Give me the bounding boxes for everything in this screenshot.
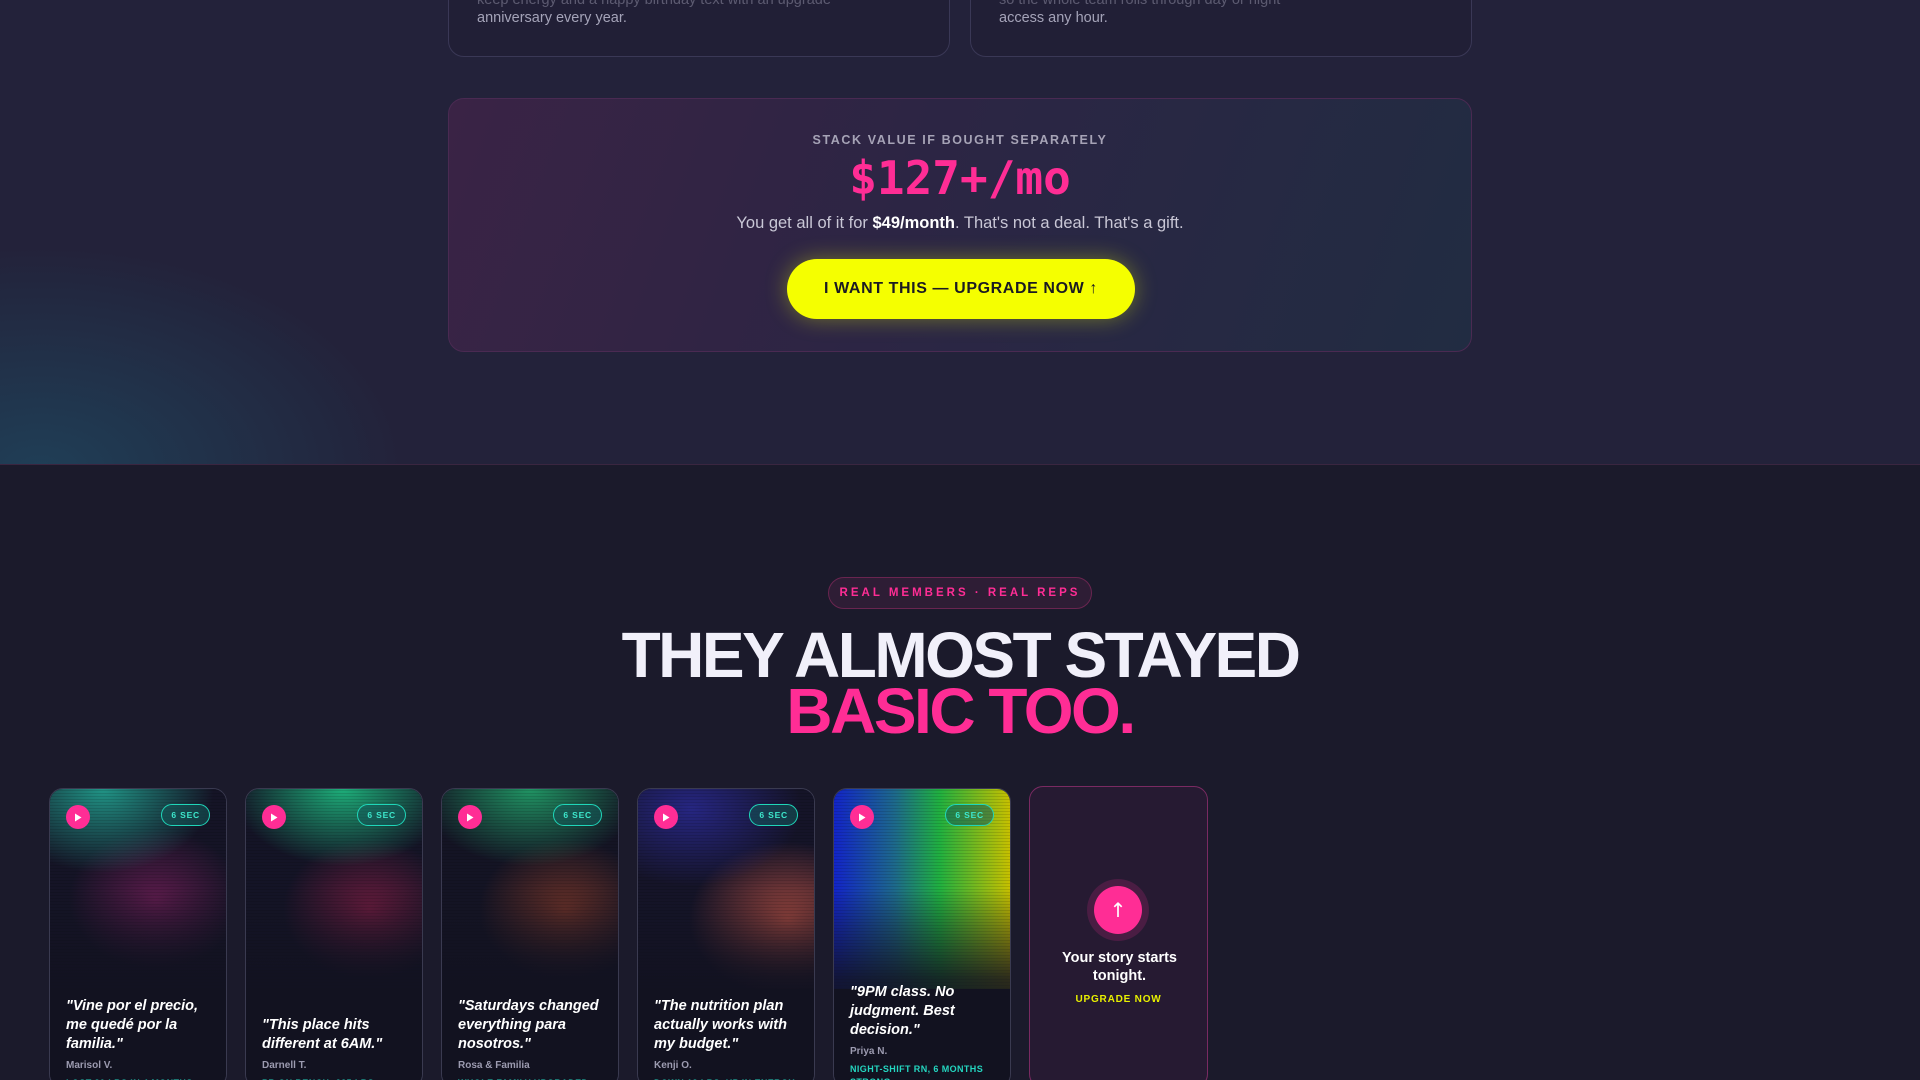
play-icon[interactable] bbox=[850, 805, 874, 829]
duration-badge: 6 SEC bbox=[945, 804, 994, 826]
feature-card-text-line: keep energy and a happy birthday text wi… bbox=[477, 0, 831, 8]
testimonial-author: Marisol V. bbox=[66, 1060, 113, 1071]
testimonial-video-card[interactable]: 6 SEC "This place hits different at 6AM."… bbox=[245, 788, 423, 1080]
testimonial-video-card[interactable]: 6 SEC "Saturdays changed everything para … bbox=[441, 788, 619, 1080]
arrow-up-icon[interactable]: ↑ bbox=[1094, 886, 1142, 934]
feature-card-text-line: so the whole team rolls through day or n… bbox=[999, 0, 1281, 8]
testimonial-quote: "The nutrition plan actually works with … bbox=[654, 998, 787, 1052]
duration-badge: 6 SEC bbox=[749, 804, 798, 826]
testimonial-quote: "This place hits different at 6AM." bbox=[262, 1017, 383, 1052]
play-icon[interactable] bbox=[654, 805, 678, 829]
duration-badge: 6 SEC bbox=[357, 804, 406, 826]
feature-card-left: keep energy and a happy birthday text wi… bbox=[448, 0, 950, 57]
play-icon[interactable] bbox=[262, 805, 286, 829]
testimonial-video-card[interactable]: 6 SEC "Vine por el precio, me quedé por l… bbox=[49, 788, 227, 1080]
story-upgrade-link[interactable]: UPGRADE NOW bbox=[1030, 994, 1207, 1005]
duration-badge: 6 SEC bbox=[553, 804, 602, 826]
value-stack-section: keep energy and a happy birthday text wi… bbox=[0, 0, 1920, 465]
testimonial-video-card[interactable]: 6 SEC "9PM class. No judgment. Best decis… bbox=[833, 788, 1011, 1080]
stack-value-price: $127+/mo bbox=[849, 151, 1071, 205]
testimonial-result: NIGHT-SHIFT RN, 6 MONTHS STRONG bbox=[850, 1064, 984, 1080]
play-icon[interactable] bbox=[66, 805, 90, 829]
feature-card-text-line: anniversary every year. bbox=[477, 10, 627, 26]
stack-value-box: STACK VALUE IF BOUGHT SEPARATELY $127+/m… bbox=[448, 98, 1472, 352]
subtext-after: . That's not a deal. That's a gift. bbox=[955, 214, 1184, 232]
testimonial-author: Priya N. bbox=[850, 1046, 888, 1057]
stack-value-subtext: You get all of it for $49/month. That's … bbox=[449, 214, 1471, 233]
story-title: Your story starts tonight. bbox=[1062, 950, 1177, 984]
subtext-before: You get all of it for bbox=[736, 214, 873, 232]
testimonial-author: Rosa & Familia bbox=[458, 1060, 530, 1071]
your-story-card[interactable]: ↑ Your story starts tonight. UPGRADE NOW bbox=[1029, 786, 1208, 1080]
stack-value-eyebrow: STACK VALUE IF BOUGHT SEPARATELY bbox=[812, 133, 1108, 147]
feature-card-right: so the whole team rolls through day or n… bbox=[970, 0, 1472, 57]
duration-badge: 6 SEC bbox=[161, 804, 210, 826]
testimonial-quote: "9PM class. No judgment. Best decision." bbox=[850, 984, 955, 1038]
feature-card-text-line: access any hour. bbox=[999, 10, 1108, 26]
testimonial-author: Darnell T. bbox=[262, 1060, 307, 1071]
testimonial-author: Kenji O. bbox=[654, 1060, 692, 1071]
headline-line-2: BASIC TOO. bbox=[786, 675, 1136, 747]
testimonial-quote: "Vine por el precio, me quedé por la fam… bbox=[66, 998, 199, 1052]
members-badge: REAL MEMBERS · REAL REPS bbox=[828, 577, 1092, 609]
testimonial-video-card[interactable]: 6 SEC "The nutrition plan actually works … bbox=[637, 788, 815, 1080]
testimonial-quote: "Saturdays changed everything para nosot… bbox=[458, 998, 599, 1052]
play-icon[interactable] bbox=[458, 805, 482, 829]
upgrade-now-button[interactable]: I WANT THIS — UPGRADE NOW ↑ bbox=[787, 259, 1135, 319]
subtext-price: $49/month bbox=[872, 214, 955, 232]
